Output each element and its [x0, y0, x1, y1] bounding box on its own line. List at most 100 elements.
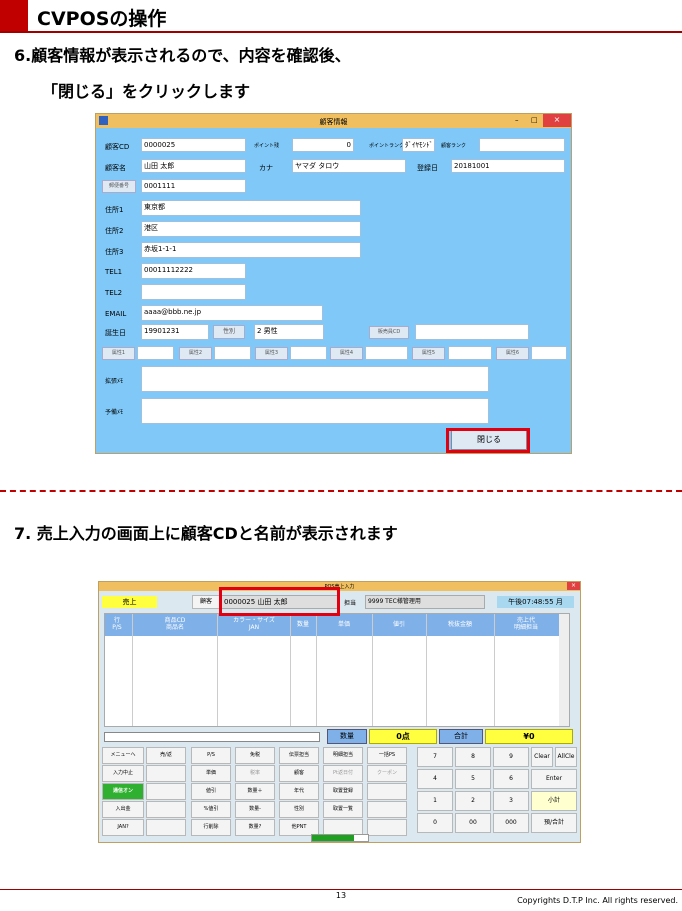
key-1[interactable]: 1	[417, 791, 453, 811]
label-point-rank: ポイントランク	[369, 143, 405, 149]
attribute2-field[interactable]	[214, 346, 251, 360]
age-key[interactable]: 年代	[279, 783, 319, 800]
key-7[interactable]: 7	[417, 747, 453, 767]
point-return-date-key[interactable]: Pt返日付	[323, 765, 363, 782]
qty-minus-key[interactable]: 数量-	[235, 801, 275, 818]
spare-memo-field[interactable]	[141, 398, 489, 424]
attribute5-field[interactable]	[448, 346, 492, 360]
cancel-input-key[interactable]: 入力中止	[102, 765, 144, 782]
subtotal-key[interactable]: 小計	[531, 791, 577, 811]
cash-in-out-key[interactable]: 入出金	[102, 801, 144, 818]
customer-button[interactable]: 顧客	[192, 595, 220, 609]
registration-date-field[interactable]: 20181001	[451, 159, 565, 173]
attribute6-button[interactable]: 属性6	[496, 347, 529, 360]
col-divider	[372, 614, 373, 726]
customer-key[interactable]: 顧客	[279, 765, 319, 782]
zip-button[interactable]: 郵便番号	[102, 180, 136, 193]
scan-input[interactable]	[104, 732, 320, 742]
blank-key[interactable]	[146, 801, 186, 818]
attribute4-button[interactable]: 属性4	[330, 347, 363, 360]
sale-return-key[interactable]: 売/返	[146, 747, 186, 764]
staff-cd-button[interactable]: 販売員CD	[369, 326, 409, 339]
customer-rank-field[interactable]	[479, 138, 565, 152]
email-field[interactable]: aaaa@bbb.ne.jp	[141, 305, 323, 321]
clock-display: 午後07:48:55 月	[497, 596, 574, 608]
gender-field[interactable]: 2 男性	[254, 324, 324, 340]
attribute2-button[interactable]: 属性2	[179, 347, 212, 360]
customer-cd-field[interactable]: 0000025	[141, 138, 246, 152]
tax-rate-key[interactable]: 税率	[235, 765, 275, 782]
blank-key[interactable]	[146, 765, 186, 782]
col-divider	[132, 614, 133, 726]
hold-list-key[interactable]: 取置一覧	[323, 801, 363, 818]
key-00[interactable]: 00	[455, 813, 491, 833]
attribute1-field[interactable]	[137, 346, 174, 360]
coupon-key[interactable]: クーポン	[367, 765, 407, 782]
attribute5-button[interactable]: 属性5	[412, 347, 445, 360]
grid-scrollbar[interactable]	[559, 614, 569, 726]
hold-register-key[interactable]: 取置登録	[323, 783, 363, 800]
label-email: EMAIL	[105, 310, 127, 318]
maximize-icon[interactable]: □	[531, 116, 538, 124]
address2-field[interactable]: 港区	[141, 221, 361, 237]
ps-key[interactable]: P/S	[191, 747, 231, 764]
tax-free-key[interactable]: 免税	[235, 747, 275, 764]
delete-row-key[interactable]: 行削除	[191, 819, 231, 836]
tender-total-key[interactable]: 預/合計	[531, 813, 577, 833]
blank-key[interactable]	[367, 801, 407, 818]
blank-key[interactable]	[146, 783, 186, 800]
point-rank-field[interactable]: ﾀﾞｲﾔﾓﾝﾄﾞ	[402, 138, 435, 152]
enter-key[interactable]: Enter	[531, 769, 577, 789]
key-5[interactable]: 5	[455, 769, 491, 789]
key-6[interactable]: 6	[493, 769, 529, 789]
all-clear-key[interactable]: AllCle	[555, 747, 577, 767]
tel1-field[interactable]: 00011112222	[141, 263, 246, 279]
discount-key[interactable]: 値引	[191, 783, 231, 800]
attribute6-field[interactable]	[531, 346, 567, 360]
minimize-icon[interactable]: –	[515, 116, 519, 124]
address3-field[interactable]: 赤坂1-1-1	[141, 242, 361, 258]
qty-plus-key[interactable]: 数量＋	[235, 783, 275, 800]
birthday-field[interactable]: 19901231	[141, 324, 209, 340]
zip-field[interactable]: 0001111	[141, 179, 246, 193]
mode-indicator: 売上	[102, 596, 157, 608]
comm-on-key[interactable]: 通信オン	[102, 783, 144, 800]
close-icon[interactable]: ×	[543, 114, 571, 127]
key-3[interactable]: 3	[493, 791, 529, 811]
attribute3-button[interactable]: 属性3	[255, 347, 288, 360]
blank-key[interactable]	[146, 819, 186, 836]
attribute1-button[interactable]: 属性1	[102, 347, 135, 360]
customer-name-field[interactable]: 山田 太郎	[141, 159, 246, 173]
gender-key[interactable]: 性別	[279, 801, 319, 818]
total-label: 合計	[439, 729, 483, 744]
qty-query-key[interactable]: 数量?	[235, 819, 275, 836]
key-9[interactable]: 9	[493, 747, 529, 767]
pos-close-icon[interactable]: ×	[567, 582, 580, 590]
kana-field[interactable]: ヤマダ タロウ	[292, 159, 406, 173]
gender-button[interactable]: 性別	[213, 325, 245, 339]
detail-staff-key[interactable]: 明細担当	[323, 747, 363, 764]
key-4[interactable]: 4	[417, 769, 453, 789]
key-0[interactable]: 0	[417, 813, 453, 833]
tel2-field[interactable]	[141, 284, 246, 300]
blank-key[interactable]	[367, 819, 407, 836]
points-field[interactable]: 0	[292, 138, 354, 152]
blank-key[interactable]	[367, 783, 407, 800]
percent-discount-key[interactable]: %値引	[191, 801, 231, 818]
attribute3-field[interactable]	[290, 346, 327, 360]
slip-staff-key[interactable]: 伝票担当	[279, 747, 319, 764]
address1-field[interactable]: 東京都	[141, 200, 361, 216]
item-grid[interactable]: 行 P/S 商品CD 商品名 カラー・サイズ JAN 数量 単価 値引 税抜金額 売上…	[104, 613, 570, 727]
attribute4-field[interactable]	[365, 346, 408, 360]
menu-key[interactable]: メニューへ	[102, 747, 144, 764]
unit-price-key[interactable]: 単価	[191, 765, 231, 782]
extended-memo-field[interactable]	[141, 366, 489, 392]
key-8[interactable]: 8	[455, 747, 491, 767]
staff-cd-field[interactable]	[415, 324, 529, 340]
qty-label: 数量	[327, 729, 367, 744]
key-2[interactable]: 2	[455, 791, 491, 811]
jan-key[interactable]: JAN?	[102, 819, 144, 836]
key-000[interactable]: 000	[493, 813, 529, 833]
bulk-ps-key[interactable]: 一括PS	[367, 747, 407, 764]
clear-key[interactable]: Clear	[531, 747, 553, 767]
